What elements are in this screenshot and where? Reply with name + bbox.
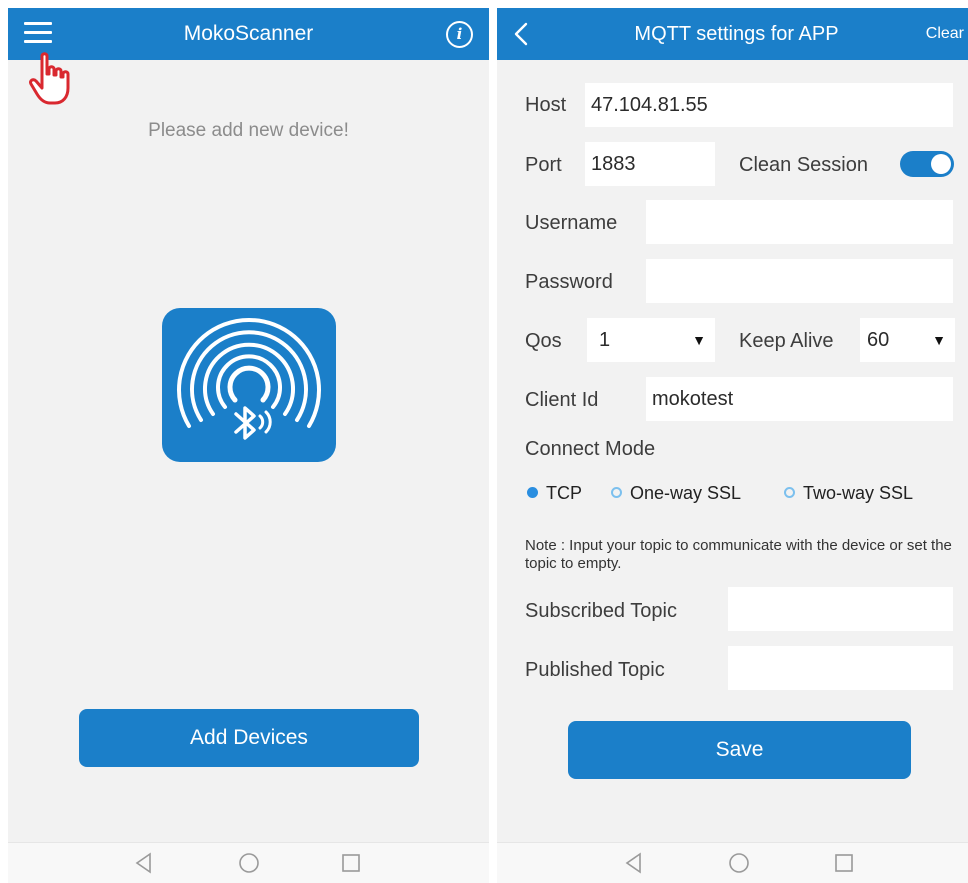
- host-field[interactable]: 47.104.81.55: [585, 83, 953, 127]
- published-topic-field[interactable]: [728, 646, 953, 690]
- app-bar: MokoScanner i: [8, 8, 489, 60]
- port-label: Port: [525, 154, 562, 176]
- home-circle-icon[interactable]: [237, 851, 261, 875]
- connect-mode-label: Connect Mode: [525, 438, 656, 460]
- back-triangle-icon[interactable]: [132, 851, 156, 875]
- bluetooth-scanner-icon: [162, 308, 336, 462]
- radio-label: TCP: [546, 483, 582, 503]
- recents-square-icon[interactable]: [832, 851, 856, 875]
- password-field[interactable]: [646, 259, 953, 303]
- mqtt-settings-screen: MQTT settings for APP Clear Host 47.104.…: [497, 8, 968, 883]
- clean-session-label: Clean Session: [739, 154, 868, 176]
- keep-alive-select[interactable]: 60 ▼: [860, 318, 955, 362]
- dropdown-arrow-icon: ▼: [692, 332, 706, 348]
- app-title: MokoScanner: [183, 22, 314, 45]
- qos-label: Qos: [525, 330, 562, 352]
- system-nav-bar: [497, 842, 968, 883]
- page-title: MQTT settings for APP: [634, 23, 839, 45]
- back-triangle-icon[interactable]: [622, 851, 646, 875]
- radio-label: One-way SSL: [630, 483, 742, 503]
- keep-alive-value: 60: [867, 329, 890, 351]
- info-icon[interactable]: i: [446, 21, 473, 48]
- app-bar: MQTT settings for APP Clear: [497, 8, 968, 60]
- clean-session-toggle[interactable]: [900, 151, 954, 177]
- radio-unselected-icon: [611, 487, 622, 498]
- qos-select[interactable]: 1 ▼: [587, 318, 715, 362]
- client-id-field[interactable]: mokotest: [646, 377, 953, 421]
- client-id-label: Client Id: [525, 389, 599, 411]
- radio-unselected-icon: [784, 487, 795, 498]
- qos-value: 1: [599, 329, 611, 351]
- username-label: Username: [525, 212, 618, 234]
- empty-state-message: Please add new device!: [148, 120, 349, 141]
- username-field[interactable]: [646, 200, 953, 244]
- port-field[interactable]: 1883: [585, 142, 715, 186]
- subscribed-topic-field[interactable]: [728, 587, 953, 631]
- keep-alive-label: Keep Alive: [739, 330, 834, 352]
- published-topic-label: Published Topic: [525, 659, 665, 681]
- subscribed-topic-label: Subscribed Topic: [525, 600, 677, 622]
- hand-pointer-icon: [29, 52, 70, 105]
- device-list-screen: MokoScanner i Please add new device! Add…: [8, 8, 489, 883]
- dropdown-arrow-icon: ▼: [932, 332, 946, 348]
- system-nav-bar: [8, 842, 489, 883]
- radio-selected-icon: [527, 487, 538, 498]
- save-button[interactable]: Save: [568, 721, 911, 779]
- radio-label: Two-way SSL: [803, 483, 914, 503]
- add-devices-button[interactable]: Add Devices: [79, 709, 419, 767]
- topic-note: Note : Input your topic to communicate w…: [525, 537, 952, 572]
- password-label: Password: [525, 271, 613, 293]
- clear-button[interactable]: Clear: [926, 8, 964, 60]
- host-label: Host: [525, 94, 567, 116]
- recents-square-icon[interactable]: [339, 851, 363, 875]
- home-circle-icon[interactable]: [727, 851, 751, 875]
